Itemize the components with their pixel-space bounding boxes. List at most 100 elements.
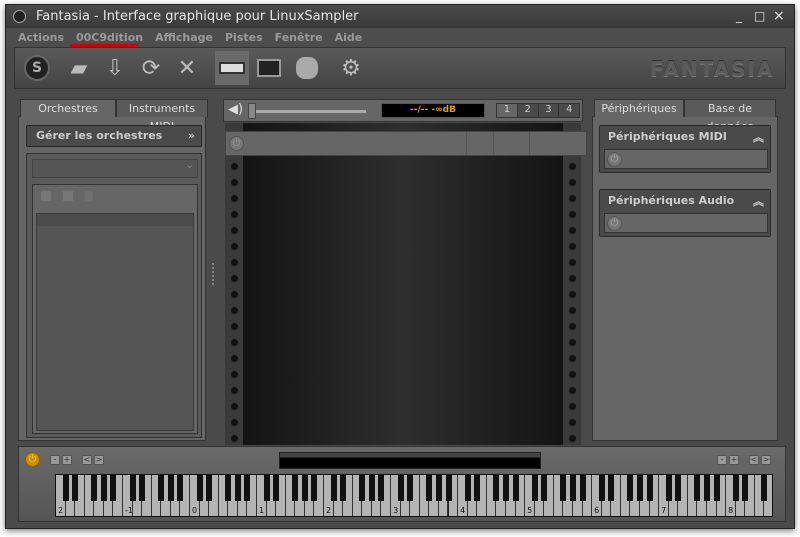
menu-aide[interactable]: Aide xyxy=(335,31,363,44)
black-key[interactable] xyxy=(435,475,442,501)
black-key[interactable] xyxy=(665,475,672,501)
black-key[interactable] xyxy=(703,475,710,501)
minimize-button[interactable]: _ xyxy=(736,5,742,28)
black-key[interactable] xyxy=(340,475,347,501)
black-key[interactable] xyxy=(72,475,79,501)
open-folder-icon[interactable]: ▰ xyxy=(63,52,95,84)
black-key[interactable] xyxy=(742,475,749,501)
black-key[interactable] xyxy=(426,475,433,501)
black-key[interactable] xyxy=(158,475,165,501)
black-key[interactable] xyxy=(694,475,701,501)
page-button-2[interactable]: 2 xyxy=(516,104,538,117)
black-key[interactable] xyxy=(330,475,337,501)
black-key[interactable] xyxy=(311,475,318,501)
black-key[interactable] xyxy=(397,475,404,501)
black-key[interactable] xyxy=(263,475,270,501)
power-icon[interactable]: ⏻ xyxy=(607,152,622,167)
menu-actions[interactable]: Actions xyxy=(18,31,64,44)
black-key[interactable] xyxy=(234,475,241,501)
black-key[interactable] xyxy=(493,475,500,501)
black-key[interactable] xyxy=(732,475,739,501)
scroll-left-button[interactable]: < xyxy=(82,455,92,465)
octave-plus-button[interactable]: + xyxy=(62,455,72,465)
black-key[interactable] xyxy=(531,475,538,501)
scroll-right-button[interactable]: > xyxy=(94,455,104,465)
page-button-4[interactable]: 4 xyxy=(558,104,579,117)
volume-slider[interactable] xyxy=(250,110,366,113)
right-plus-button[interactable]: + xyxy=(729,455,739,465)
black-key[interactable] xyxy=(598,475,605,501)
power-icon[interactable]: ⏻ xyxy=(607,216,622,231)
orchestra-list[interactable] xyxy=(36,213,194,431)
black-key[interactable] xyxy=(206,475,213,501)
black-key[interactable] xyxy=(225,475,232,501)
black-key[interactable] xyxy=(464,475,471,501)
tab-peripheriques[interactable]: Périphériques xyxy=(594,99,684,117)
piano-keyboard[interactable]: 2 -1 0 1 2 3 4 5 6 7 8 xyxy=(55,474,773,517)
menu-pistes[interactable]: Pistes xyxy=(225,31,263,44)
monitor-icon[interactable] xyxy=(253,52,285,84)
maximize-button[interactable]: □ xyxy=(754,5,765,28)
orchestra-header[interactable]: Gérer les orchestres » xyxy=(26,125,202,147)
black-key[interactable] xyxy=(129,475,136,501)
orchestra-select[interactable]: ⌄ xyxy=(32,159,198,178)
black-key[interactable] xyxy=(244,475,251,501)
tab-base-de-donnees[interactable]: Base de données xyxy=(684,99,776,133)
black-key[interactable] xyxy=(110,475,117,501)
right-right-button[interactable]: > xyxy=(761,455,771,465)
black-key[interactable] xyxy=(761,475,768,501)
black-key[interactable] xyxy=(91,475,98,501)
keyboard-icon[interactable] xyxy=(215,51,249,85)
black-key[interactable] xyxy=(273,475,280,501)
black-key[interactable] xyxy=(167,475,174,501)
audio-device-strip[interactable]: ⏻ xyxy=(604,213,768,233)
black-key[interactable] xyxy=(177,475,184,501)
channel-strip[interactable]: ⏻ xyxy=(225,131,587,156)
splitter-handle[interactable] xyxy=(212,263,214,285)
sampler-icon[interactable]: S xyxy=(21,52,53,84)
black-key[interactable] xyxy=(675,475,682,501)
reset-icon[interactable]: ✕ xyxy=(171,52,203,84)
database-icon[interactable] xyxy=(291,52,323,84)
page-button-3[interactable]: 3 xyxy=(537,104,559,117)
black-key[interactable] xyxy=(292,475,299,501)
black-key[interactable] xyxy=(196,475,203,501)
black-key[interactable] xyxy=(378,475,385,501)
black-key[interactable] xyxy=(301,475,308,501)
power-icon[interactable]: ⏻ xyxy=(229,136,244,151)
trash-icon[interactable] xyxy=(85,191,93,201)
black-key[interactable] xyxy=(445,475,452,501)
black-key[interactable] xyxy=(608,475,615,501)
black-key[interactable] xyxy=(407,475,414,501)
black-key[interactable] xyxy=(512,475,519,501)
save-icon[interactable]: ⇩ xyxy=(99,52,131,84)
keyboard-power-icon[interactable]: ⏻ xyxy=(25,452,40,467)
black-key[interactable] xyxy=(713,475,720,501)
close-button[interactable]: × xyxy=(773,5,785,28)
add-icon[interactable] xyxy=(41,191,51,201)
edit-icon[interactable] xyxy=(63,191,73,201)
settings-icon[interactable]: ⚙ xyxy=(335,52,367,84)
chevron-up-icon[interactable]: ︽ xyxy=(753,129,764,145)
black-key[interactable] xyxy=(359,475,366,501)
black-key[interactable] xyxy=(62,475,69,501)
black-key[interactable] xyxy=(627,475,634,501)
octave-minus-button[interactable]: - xyxy=(50,455,60,465)
black-key[interactable] xyxy=(579,475,586,501)
black-key[interactable] xyxy=(569,475,576,501)
page-button-1[interactable]: 1 xyxy=(497,104,517,117)
black-key[interactable] xyxy=(474,475,481,501)
tab-instruments-midi[interactable]: Instruments MIDI xyxy=(116,99,208,133)
black-key[interactable] xyxy=(100,475,107,501)
menu-affichage[interactable]: Affichage xyxy=(155,31,213,44)
tab-orchestres[interactable]: Orchestres xyxy=(20,99,116,117)
right-minus-button[interactable]: - xyxy=(717,455,727,465)
midi-device-strip[interactable]: ⏻ xyxy=(604,149,768,169)
black-key[interactable] xyxy=(139,475,146,501)
black-key[interactable] xyxy=(646,475,653,501)
black-key[interactable] xyxy=(368,475,375,501)
black-key[interactable] xyxy=(560,475,567,501)
keyboard-scrollbar[interactable] xyxy=(279,452,541,469)
menu-edition[interactable]: 00C9dition xyxy=(76,31,143,44)
black-key[interactable] xyxy=(636,475,643,501)
